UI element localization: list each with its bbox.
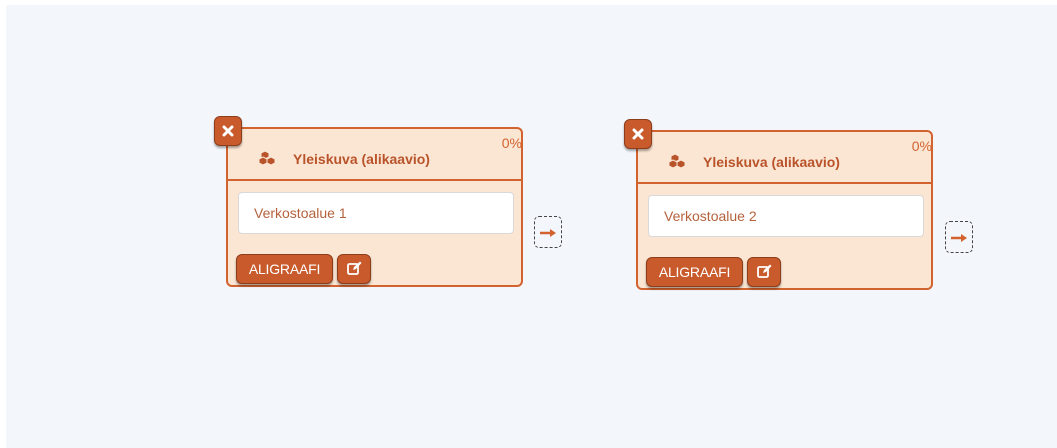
node-name-input[interactable] [648, 195, 924, 237]
arrow-right-icon [540, 229, 556, 237]
edit-button[interactable] [747, 257, 781, 287]
connector-node-2[interactable] [945, 221, 973, 253]
close-node-2-button[interactable] [624, 119, 652, 149]
connector-node-1[interactable] [534, 216, 562, 248]
edit-icon [757, 264, 772, 278]
close-icon [222, 125, 234, 137]
node-header: Yleiskuva (alikaavio) 0% [228, 129, 522, 181]
subgraph-node-2[interactable]: Yleiskuva (alikaavio) 0% ALIGRAAFI [636, 130, 933, 290]
progress-label: 0% [911, 138, 932, 154]
edit-icon [347, 261, 362, 275]
node-title: Yleiskuva (alikaavio) [703, 154, 840, 170]
close-node-1-button[interactable] [214, 116, 242, 146]
cubes-icon [258, 150, 279, 166]
node-header: Yleiskuva (alikaavio) 0% [638, 132, 932, 184]
edit-button[interactable] [337, 254, 371, 284]
aligraafi-button[interactable]: ALIGRAAFI [236, 254, 333, 284]
progress-label: 0% [501, 135, 522, 151]
close-icon [632, 128, 644, 140]
subgraph-node-1[interactable]: Yleiskuva (alikaavio) 0% ALIGRAAFI [226, 127, 523, 287]
node-title: Yleiskuva (alikaavio) [293, 151, 430, 167]
arrow-right-icon [951, 234, 967, 242]
aligraafi-button[interactable]: ALIGRAAFI [646, 257, 743, 287]
cubes-icon [668, 153, 689, 169]
node-name-input[interactable] [238, 192, 514, 234]
